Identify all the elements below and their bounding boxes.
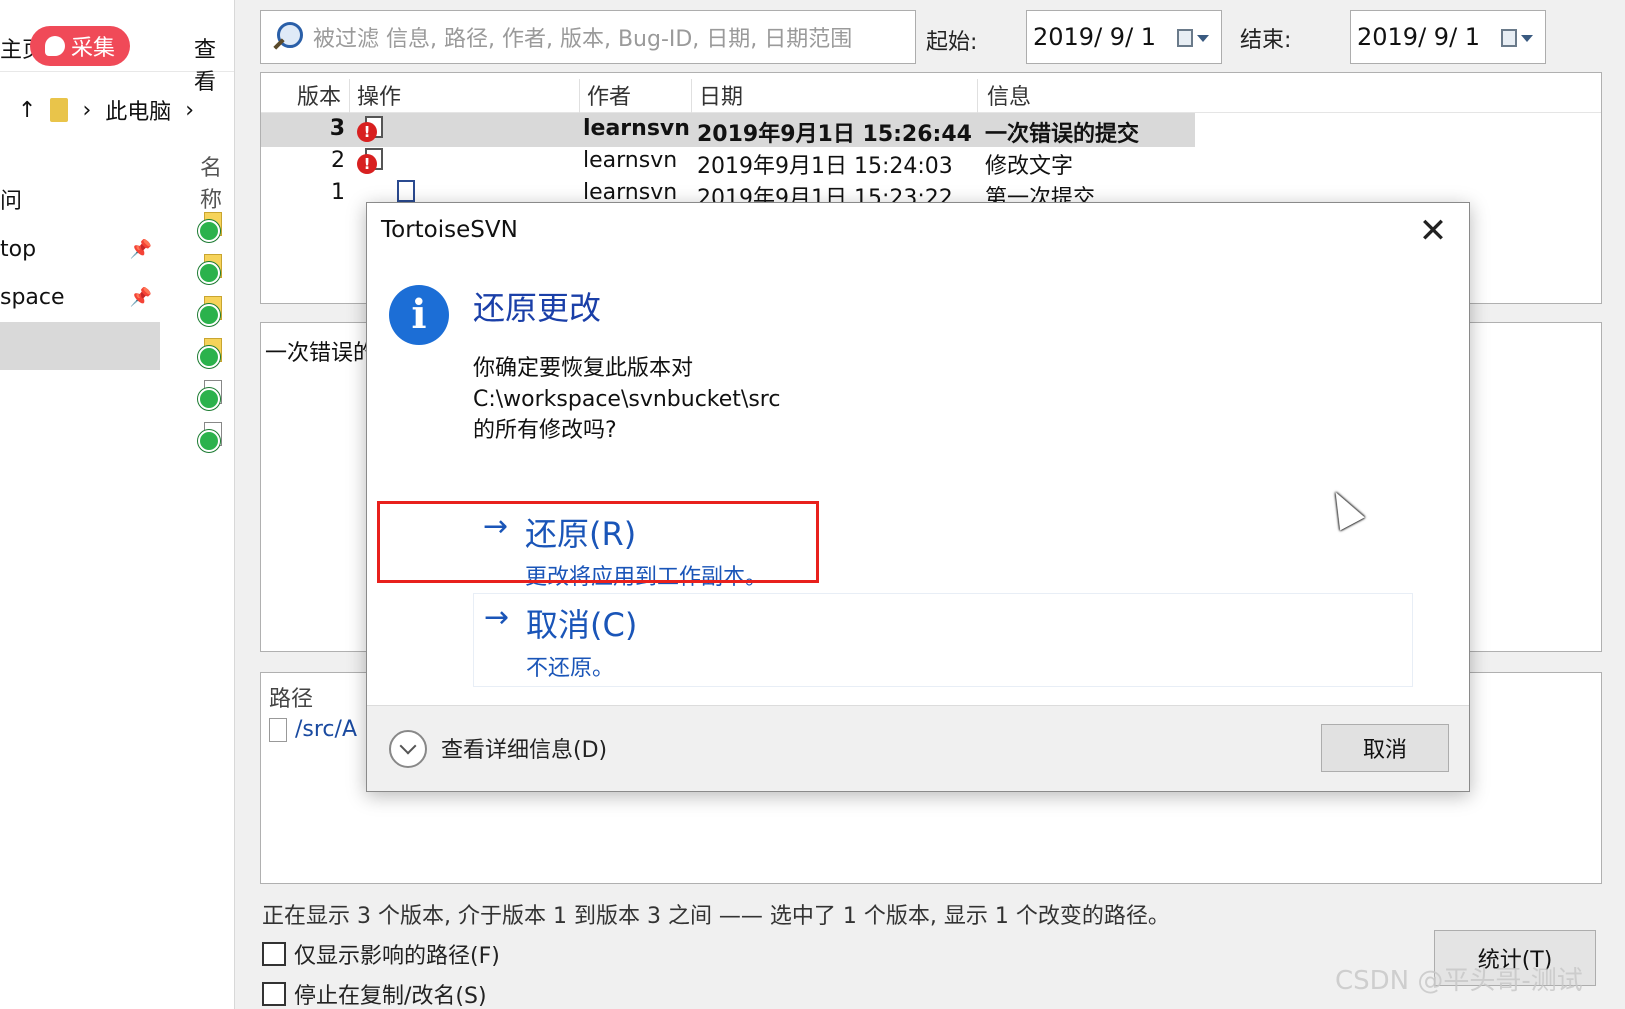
column-header-date[interactable]: 日期	[699, 79, 743, 111]
dialog-title: TortoiseSVN	[381, 217, 518, 243]
collect-icon	[44, 36, 65, 56]
file-icon	[269, 717, 287, 742]
status-text: 正在显示 3 个版本, 介于版本 1 到版本 3 之间 —— 选中了 1 个版本…	[262, 904, 1170, 929]
changed-path-item[interactable]: /src/A	[269, 717, 357, 742]
column-header-path[interactable]: 路径	[269, 681, 313, 713]
explorer-ribbon: 主页 查看 采集	[0, 0, 234, 95]
end-date-value: 2019/ 9/ 1	[1357, 23, 1481, 51]
collect-badge-label: 采集	[70, 36, 115, 61]
dialog-message-line: 你确定要恢复此版本对	[473, 356, 694, 381]
file-status-icons	[198, 212, 234, 464]
filter-input[interactable]: 被过滤 信息, 路径, 作者, 版本, Bug-ID, 日期, 日期范围	[260, 10, 916, 64]
quick-access-item-selected[interactable]	[0, 322, 160, 370]
svn-file-ok-icon[interactable]	[198, 422, 224, 452]
cancel-button[interactable]: 取消	[1321, 724, 1449, 772]
revert-command-description: 更改将应用到工作副本。	[525, 565, 768, 590]
cancel-command-description: 不还原。	[526, 656, 615, 681]
only-affected-paths-checkbox[interactable]: 仅显示影响的路径(F)	[262, 938, 500, 970]
quick-access-label: space	[0, 285, 65, 310]
changed-path-text: /src/A	[295, 717, 357, 742]
revision-number: 3	[329, 116, 345, 141]
search-icon[interactable]	[269, 20, 303, 54]
show-details-link[interactable]: 查看详细信息(D)	[441, 732, 607, 764]
revision-date: 2019年9月1日 15:26:44	[697, 122, 972, 147]
revision-row[interactable]: 2 ! learnsvn 2019年9月1日 15:24:03 修改文字	[261, 145, 1195, 179]
arrow-right-icon: →	[483, 509, 509, 544]
file-explorer-window: 主页 查看 采集 ↑ › 此电脑 › 名称 问 top 📌 space 📌	[0, 0, 235, 1009]
svn-folder-ok-icon[interactable]	[198, 338, 224, 368]
up-arrow-icon[interactable]: ↑	[18, 98, 36, 123]
revision-row-selected[interactable]: 3 ! learnsvn 2019年9月1日 15:26:44 一次错误的提交	[261, 113, 1195, 147]
modified-conflict-icon: !	[357, 116, 385, 144]
revert-command-title: 还原(R)	[525, 515, 637, 553]
quick-access-list: 问 top 📌 space 📌	[0, 178, 160, 370]
modified-conflict-icon: !	[357, 148, 385, 176]
svn-folder-ok-icon[interactable]	[198, 212, 224, 242]
column-header-action[interactable]: 操作	[357, 79, 401, 111]
checkbox-label: 仅显示影响的路径(F)	[294, 944, 500, 969]
start-date-picker[interactable]: 2019/ 9/ 1	[1026, 10, 1222, 64]
revision-date: 2019年9月1日 15:24:03	[697, 154, 953, 179]
svn-file-ok-icon[interactable]	[198, 380, 224, 410]
start-date-label: 起始:	[926, 30, 978, 55]
chevron-right-icon[interactable]: ›	[82, 98, 91, 123]
revert-command-link[interactable]: → 还原(R) 更改将应用到工作副本。	[473, 503, 1413, 597]
watermark: CSDN @平头哥-测试	[1335, 966, 1583, 996]
revision-number: 2	[331, 148, 345, 173]
breadcrumb-this-pc[interactable]: 此电脑	[105, 94, 171, 126]
revision-number: 1	[331, 180, 345, 205]
column-header-name[interactable]: 名称	[200, 150, 234, 214]
revert-changes-dialog: TortoiseSVN ✕ i 还原更改 你确定要恢复此版本对 C:\works…	[366, 202, 1470, 792]
revision-message: 修改文字	[985, 154, 1074, 179]
stop-on-copy-checkbox[interactable]: 停止在复制/改名(S)	[262, 978, 487, 1009]
start-date-value: 2019/ 9/ 1	[1033, 23, 1157, 51]
dialog-message-path: C:\workspace\svnbucket\src	[473, 387, 781, 412]
quick-access-item[interactable]: 问	[0, 178, 160, 226]
cancel-command-link[interactable]: → 取消(C) 不还原。	[473, 593, 1413, 687]
checkbox-box[interactable]	[262, 942, 286, 966]
column-header-author[interactable]: 作者	[587, 79, 631, 111]
dialog-message-line: 的所有修改吗?	[473, 418, 617, 443]
revision-author: learnsvn	[583, 148, 678, 173]
chevron-right-icon[interactable]: ›	[185, 98, 194, 123]
end-date-picker[interactable]: 2019/ 9/ 1	[1350, 10, 1546, 64]
cancel-command-title: 取消(C)	[526, 606, 638, 644]
quick-access-label: 问	[0, 189, 23, 214]
dialog-footer: 查看详细信息(D) 取消	[367, 705, 1469, 791]
dialog-heading: 还原更改	[473, 289, 602, 327]
end-date-label: 结束:	[1240, 28, 1292, 53]
folder-icon	[50, 98, 69, 122]
svn-folder-ok-icon[interactable]	[198, 254, 224, 284]
arrow-right-icon: →	[484, 600, 510, 635]
collect-badge[interactable]: 采集	[30, 26, 130, 66]
quick-access-label: top	[0, 237, 37, 262]
filter-placeholder: 被过滤 信息, 路径, 作者, 版本, Bug-ID, 日期, 日期范围	[313, 27, 853, 52]
quick-access-item[interactable]: top 📌	[0, 226, 160, 274]
checkbox-label: 停止在复制/改名(S)	[294, 984, 487, 1009]
quick-access-item[interactable]: space 📌	[0, 274, 160, 322]
revision-message: 一次错误的提交	[985, 122, 1140, 147]
dialog-message: 你确定要恢复此版本对 C:\workspace\svnbucket\src 的所…	[473, 353, 780, 446]
pin-icon: 📌	[129, 239, 152, 260]
explorer-address-bar: ↑ › 此电脑 ›	[0, 84, 234, 136]
column-header-revision[interactable]: 版本	[297, 79, 341, 111]
revision-list-header: 版本 操作 作者 日期 信息	[261, 73, 1601, 119]
pin-icon: 📌	[129, 287, 152, 308]
column-header-message[interactable]: 信息	[987, 79, 1031, 111]
info-icon: i	[389, 285, 449, 345]
close-icon[interactable]: ✕	[1411, 209, 1455, 253]
revision-author: learnsvn	[583, 116, 690, 141]
svn-folder-ok-icon[interactable]	[198, 296, 224, 326]
expand-details-icon[interactable]	[389, 730, 427, 768]
calendar-dropdown-icon[interactable]	[1177, 27, 1209, 49]
calendar-dropdown-icon[interactable]	[1501, 27, 1533, 49]
checkbox-box[interactable]	[262, 982, 286, 1006]
